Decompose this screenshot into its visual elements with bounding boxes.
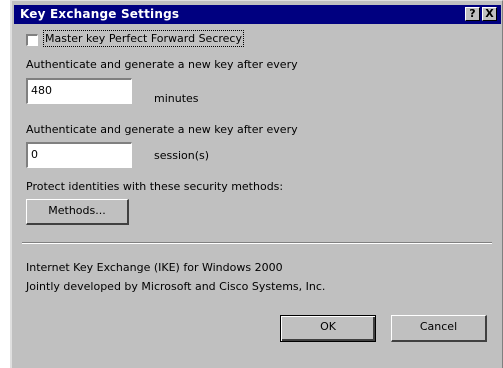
cancel-button[interactable]: Cancel bbox=[391, 315, 487, 342]
help-icon: ? bbox=[469, 7, 476, 20]
separator bbox=[22, 242, 492, 244]
key-exchange-settings-dialog: Key Exchange Settings ? X Master key Per… bbox=[10, 0, 503, 368]
footer-line-2: Jointly developed by Microsoft and Cisco… bbox=[26, 280, 326, 293]
minutes-unit-label: minutes bbox=[154, 92, 199, 105]
master-key-pfs-checkbox[interactable] bbox=[26, 34, 38, 46]
minutes-input[interactable]: 480 bbox=[26, 78, 132, 104]
sessions-unit-label: session(s) bbox=[154, 149, 210, 162]
sessions-input[interactable]: 0 bbox=[26, 142, 132, 168]
ok-button[interactable]: OK bbox=[280, 315, 376, 342]
methods-button[interactable]: Methods... bbox=[26, 199, 129, 225]
title-bar: Key Exchange Settings ? X bbox=[14, 5, 501, 24]
master-key-pfs-label[interactable]: Master key Perfect Forward Secrecy bbox=[43, 30, 244, 47]
window-title: Key Exchange Settings bbox=[20, 7, 180, 21]
footer-line-1: Internet Key Exchange (IKE) for Windows … bbox=[26, 261, 283, 274]
close-icon: X bbox=[485, 7, 494, 20]
help-button[interactable]: ? bbox=[465, 7, 480, 21]
protect-identities-label: Protect identities with these security m… bbox=[26, 180, 284, 193]
auth-sessions-label: Authenticate and generate a new key afte… bbox=[26, 123, 298, 136]
close-button[interactable]: X bbox=[482, 7, 497, 21]
auth-minutes-label: Authenticate and generate a new key afte… bbox=[26, 58, 298, 71]
